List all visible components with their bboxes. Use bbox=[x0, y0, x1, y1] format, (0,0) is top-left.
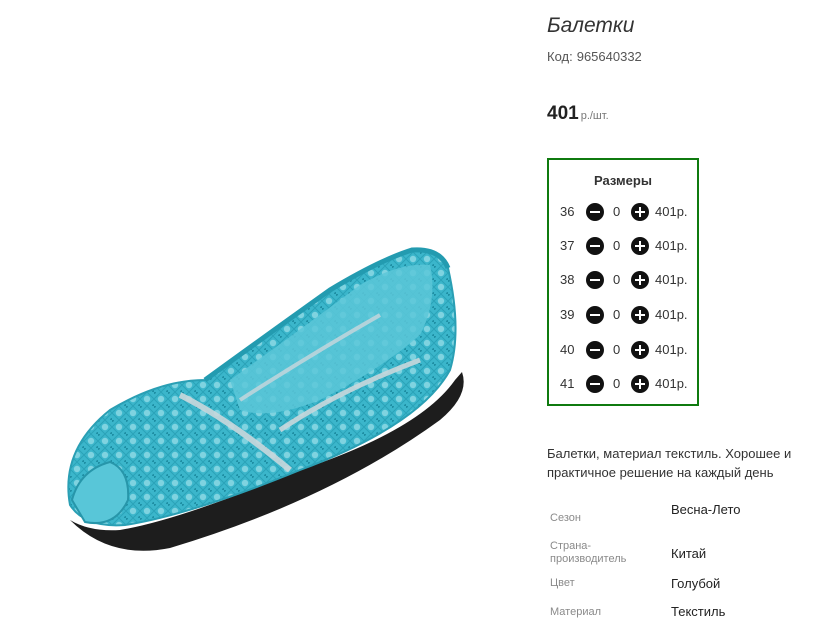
property-value: Текстиль bbox=[671, 604, 726, 619]
minus-circle-icon[interactable] bbox=[586, 306, 604, 324]
size-quantity: 0 bbox=[613, 376, 621, 391]
size-price: 401р. bbox=[655, 204, 688, 219]
size-value: 36 bbox=[560, 204, 575, 219]
property-name: Сезон bbox=[550, 512, 581, 524]
minus-circle-icon[interactable] bbox=[586, 341, 604, 359]
size-value: 38 bbox=[560, 272, 575, 287]
product-code-label: Код: bbox=[547, 49, 573, 64]
size-price: 401р. bbox=[655, 307, 688, 322]
size-value: 37 bbox=[560, 238, 575, 253]
plus-circle-icon[interactable] bbox=[631, 341, 649, 359]
size-price: 401р. bbox=[655, 238, 688, 253]
sizes-panel: Размеры 36 0 401р. 37 0 401р. 38 0 401р.… bbox=[547, 158, 699, 406]
property-name: Материал bbox=[550, 606, 601, 618]
plus-circle-icon[interactable] bbox=[631, 306, 649, 324]
product-image bbox=[0, 0, 520, 627]
minus-circle-icon[interactable] bbox=[586, 375, 604, 393]
size-quantity: 0 bbox=[613, 307, 621, 322]
size-row: 38 0 401р. bbox=[549, 270, 697, 290]
minus-circle-icon[interactable] bbox=[586, 203, 604, 221]
size-price: 401р. bbox=[655, 376, 688, 391]
product-description: Балетки, материал текстиль. Хорошее и пр… bbox=[547, 446, 792, 480]
plus-circle-icon[interactable] bbox=[631, 237, 649, 255]
property-name: Страна-производитель bbox=[550, 540, 627, 565]
price-unit: р./шт. bbox=[580, 110, 609, 122]
size-row: 36 0 401р. bbox=[549, 202, 697, 222]
size-quantity: 0 bbox=[613, 204, 621, 219]
shoe-illustration bbox=[67, 247, 464, 551]
price-amount: 401 bbox=[547, 103, 579, 124]
size-quantity: 0 bbox=[613, 238, 621, 253]
size-price: 401р. bbox=[655, 342, 688, 357]
property-value: Китай bbox=[671, 546, 707, 561]
plus-circle-icon[interactable] bbox=[631, 375, 649, 393]
sizes-title: Размеры bbox=[594, 173, 652, 188]
product-price: 401 р./шт. bbox=[547, 103, 609, 125]
minus-circle-icon[interactable] bbox=[586, 237, 604, 255]
size-price: 401р. bbox=[655, 272, 688, 287]
size-quantity: 0 bbox=[613, 272, 621, 287]
size-value: 40 bbox=[560, 342, 575, 357]
property-name: Цвет bbox=[550, 577, 575, 589]
product-code-value: 965640332 bbox=[576, 49, 642, 64]
property-value: Весна-Лето bbox=[671, 502, 741, 517]
plus-circle-icon[interactable] bbox=[631, 203, 649, 221]
size-row: 41 0 401р. bbox=[549, 374, 697, 394]
product-code: Код: 965640332 bbox=[547, 49, 642, 64]
size-row: 40 0 401р. bbox=[549, 340, 697, 360]
minus-circle-icon[interactable] bbox=[586, 271, 604, 289]
size-value: 39 bbox=[560, 307, 575, 322]
plus-circle-icon[interactable] bbox=[631, 271, 649, 289]
property-value: Голубой bbox=[671, 576, 721, 591]
size-row: 39 0 401р. bbox=[549, 305, 697, 325]
size-value: 41 bbox=[560, 376, 575, 391]
size-row: 37 0 401р. bbox=[549, 236, 697, 256]
size-quantity: 0 bbox=[613, 342, 621, 357]
product-title: Балетки bbox=[547, 14, 635, 37]
